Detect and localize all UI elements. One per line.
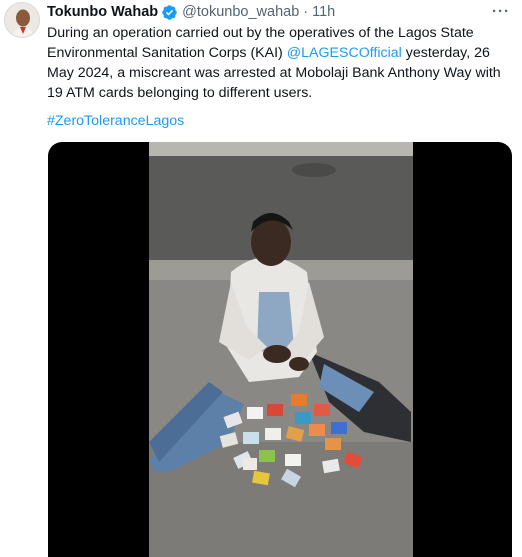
more-horizontal-icon[interactable]: ··· (488, 0, 514, 22)
video-thumbnail[interactable] (48, 142, 512, 557)
tweet-header: Tokunbo Wahab @tokunbo_wahab · 11h (47, 2, 335, 22)
timestamp[interactable]: 11h (312, 4, 335, 20)
author-handle[interactable]: @tokunbo_wahab (182, 4, 299, 20)
separator-dot: · (303, 4, 309, 20)
verified-badge-icon (161, 4, 178, 21)
mention-link[interactable]: @LAGESCOfficial (287, 45, 402, 61)
avatar-image (5, 3, 39, 37)
author-name[interactable]: Tokunbo Wahab (47, 4, 158, 20)
hashtag-link[interactable]: #ZeroToleranceLagos (47, 113, 184, 129)
tweet[interactable]: Tokunbo Wahab @tokunbo_wahab · 11h ··· D… (0, 0, 522, 557)
avatar[interactable] (4, 2, 40, 38)
video-frame-image (149, 142, 413, 557)
tweet-text: During an operation carried out by the o… (47, 23, 517, 103)
